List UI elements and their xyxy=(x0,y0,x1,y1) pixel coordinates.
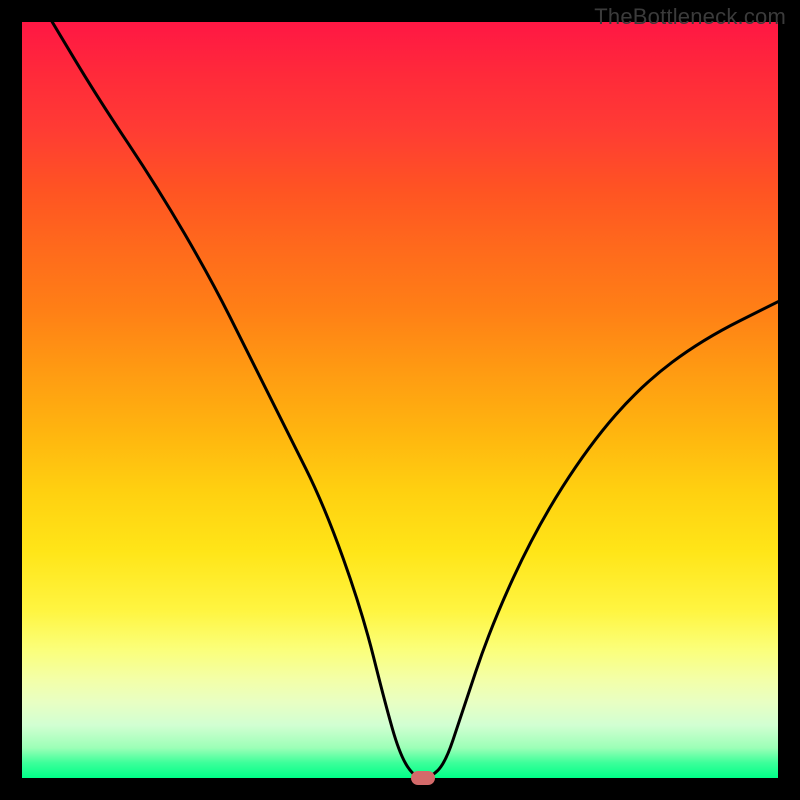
bottleneck-curve xyxy=(22,22,778,778)
optimum-marker xyxy=(411,771,435,785)
plot-area xyxy=(22,22,778,778)
bottleneck-chart: TheBottleneck.com xyxy=(0,0,800,800)
watermark-text: TheBottleneck.com xyxy=(594,4,786,30)
